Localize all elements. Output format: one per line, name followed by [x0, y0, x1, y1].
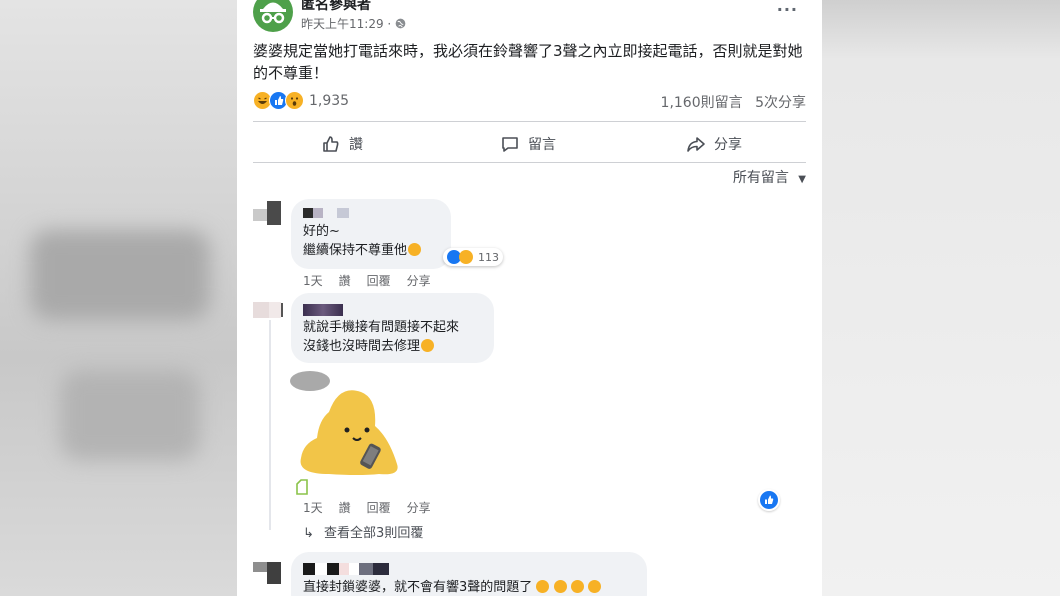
- comment-text-line: 直接封鎖婆婆，就不會有響3聲的問題了: [303, 578, 601, 596]
- blurred-background-right: [822, 0, 1060, 596]
- commenter-name-pixelated[interactable]: [303, 304, 343, 316]
- comment-count-link[interactable]: 1,160則留言: [661, 95, 743, 111]
- commenter-name-pixelated[interactable]: [303, 208, 349, 218]
- divider: [253, 162, 806, 163]
- comment-label: 留言: [528, 137, 556, 153]
- reaction-count: 1,935: [309, 92, 350, 109]
- comment-actions: 1天 讚 回覆 分享: [303, 272, 431, 289]
- share-count-link[interactable]: 5次分享: [755, 95, 806, 111]
- caret-down-icon: ▼: [798, 174, 806, 185]
- thumbs-up-icon: [323, 136, 339, 152]
- comment-reaction-chip[interactable]: 113: [443, 248, 503, 266]
- comment-time[interactable]: 1天: [303, 499, 323, 516]
- share-arrow-icon: [687, 137, 705, 152]
- clapping-emoji-icon: [408, 243, 422, 256]
- post-author[interactable]: 匿名參與者: [301, 0, 371, 14]
- view-replies-link[interactable]: ↳ 查看全部3則回覆: [303, 522, 423, 541]
- comment-actions: 1天 讚 回覆 分享: [303, 499, 431, 516]
- share-label: 分享: [714, 137, 742, 153]
- smile-emoji-icon: [587, 580, 601, 593]
- comment-share-button[interactable]: 分享: [407, 499, 431, 516]
- reply-thread-line: [269, 320, 271, 530]
- reaction-summary[interactable]: 1,935: [253, 91, 349, 110]
- facebook-post: 匿名參與者 昨天上午11:29 · ··· 婆婆規定當她打電話來時，我必須在鈴聲…: [237, 0, 822, 596]
- comment-reply-button[interactable]: 回覆: [367, 272, 391, 289]
- comment-like-button[interactable]: 讚: [339, 272, 351, 289]
- smile-emoji-icon: [536, 580, 550, 593]
- comment-filter-label: 所有留言: [732, 170, 789, 186]
- comment-reply-button[interactable]: 回覆: [367, 499, 391, 516]
- comment-bubble: 就說手機接有問題接不起來 沒錢也沒時間去修理: [291, 293, 494, 363]
- comment-text-line: 繼續保持不尊重他: [303, 241, 422, 260]
- more-options-button[interactable]: ···: [777, 0, 798, 19]
- comment-bubble: 直接封鎖婆婆，就不會有響3聲的問題了: [291, 552, 647, 596]
- post-stats: 1,160則留言 5次分享: [661, 92, 806, 112]
- view-replies-label: 查看全部3則回覆: [324, 526, 424, 541]
- smile-emoji-icon: [553, 580, 567, 593]
- wow-reaction-icon: [285, 91, 304, 110]
- sticker-image[interactable]: [289, 368, 409, 496]
- comment-reaction-count: 113: [478, 250, 499, 264]
- comment-text: 沒錢也沒時間去修理: [303, 339, 421, 354]
- comment-bubble-icon: [502, 137, 518, 152]
- comment-text: 繼續保持不尊重他: [303, 243, 408, 258]
- post-time-text: 昨天上午11:29 ·: [301, 17, 392, 31]
- smile-emoji-icon: [570, 580, 584, 593]
- comment-button[interactable]: 留言: [500, 130, 556, 158]
- blurred-shape: [30, 230, 210, 320]
- blurred-shape: [60, 370, 200, 460]
- post-timestamp[interactable]: 昨天上午11:29 ·: [301, 15, 406, 32]
- comment-text-line: 就說手機接有問題接不起來: [303, 320, 460, 335]
- blurred-background-left: [0, 0, 237, 596]
- commenter-avatar-pixelated[interactable]: [253, 560, 283, 590]
- like-button[interactable]: 讚: [321, 130, 363, 158]
- laughing-emoji-icon: [421, 339, 435, 352]
- globe-icon: [395, 18, 406, 29]
- commenter-avatar-pixelated[interactable]: [253, 300, 283, 330]
- like-reaction-icon[interactable]: [758, 489, 780, 511]
- comment-bubble: 好的~ 繼續保持不尊重他: [291, 199, 451, 269]
- divider: [253, 121, 806, 122]
- anonymous-avatar-icon[interactable]: [253, 0, 293, 32]
- comment-text: 直接封鎖婆婆，就不會有響3聲的問題了: [303, 580, 533, 595]
- post-body: 婆婆規定當她打電話來時，我必須在鈴聲響了3聲之內立即接起電話，否則就是對她的不尊…: [253, 42, 803, 82]
- share-button[interactable]: 分享: [686, 130, 742, 158]
- comment-text-line: 沒錢也沒時間去修理: [303, 337, 435, 356]
- commenter-name-pixelated[interactable]: [303, 563, 389, 575]
- reply-arrow-icon: ↳: [303, 526, 314, 541]
- comment-share-button[interactable]: 分享: [407, 272, 431, 289]
- comment-filter-dropdown[interactable]: 所有留言 ▼: [733, 167, 806, 187]
- commenter-avatar-pixelated[interactable]: [253, 199, 283, 229]
- comment-like-button[interactable]: 讚: [339, 499, 351, 516]
- comment-text-line: 好的~: [303, 224, 340, 239]
- haha-reaction-icon: [459, 250, 473, 264]
- comment-time[interactable]: 1天: [303, 272, 323, 289]
- like-label: 讚: [349, 137, 363, 153]
